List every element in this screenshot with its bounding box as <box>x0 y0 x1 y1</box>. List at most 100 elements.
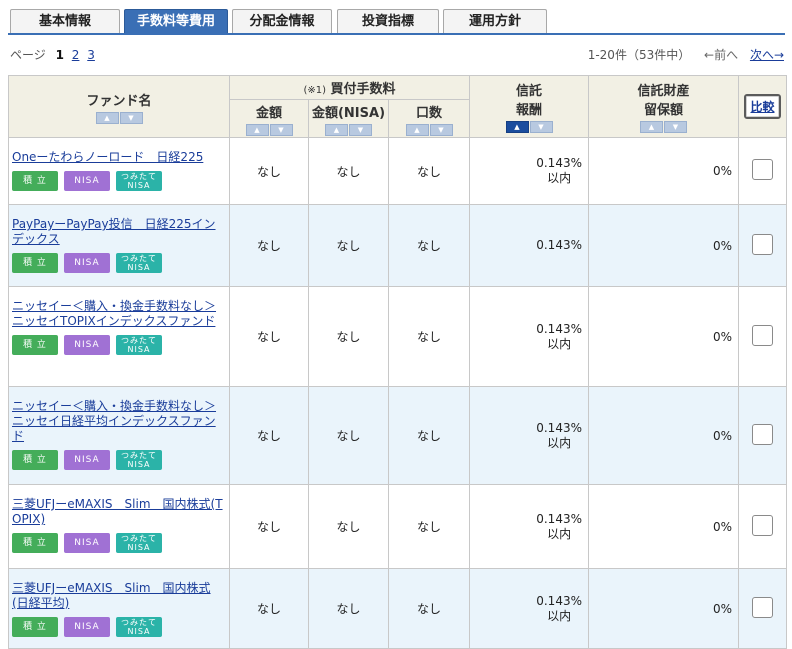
sort-asc-icon[interactable]: ▲ <box>325 123 348 136</box>
badge-line-1: つみたて <box>121 618 157 627</box>
units-cell: なし <box>388 204 470 287</box>
sort-desc-icon[interactable]: ▼ <box>119 111 143 124</box>
badge-group: 積 立 NISA つみたて NISA <box>12 450 227 470</box>
retained-cell: 0% <box>588 204 739 287</box>
sort-desc-icon[interactable]: ▼ <box>269 123 293 136</box>
tab-investment-indicators[interactable]: 投資指標 <box>337 9 439 33</box>
fund-name-cell: Oneーたわらノーロード 日経225 積 立 NISA つみたて NISA <box>8 137 230 205</box>
tab-basic-info[interactable]: 基本情報 <box>10 9 120 33</box>
retained-cell: 0% <box>588 386 739 485</box>
compare-cell <box>738 386 787 485</box>
badge-line-1: つみたて <box>121 172 157 181</box>
badge-line-2: NISA <box>127 543 151 552</box>
trust-fee-cell: 0.143% 以内 <box>469 386 589 485</box>
tsumitate-nisa-badge: つみたて NISA <box>116 533 162 553</box>
amount-nisa-label: 金額(NISA) <box>311 105 386 121</box>
trust-fee-value: 0.143% <box>536 156 582 170</box>
compare-checkbox[interactable] <box>752 159 773 180</box>
compare-button[interactable]: 比較 <box>744 94 781 119</box>
retained-cell: 0% <box>588 137 739 205</box>
fund-link[interactable]: ニッセイー＜購入・換金手数料なし＞ニッセイ日経平均インデックスファンド <box>12 399 227 444</box>
compare-checkbox[interactable] <box>752 596 773 618</box>
sort-asc-icon[interactable]: ▲ <box>95 111 119 124</box>
badge-line-2: NISA <box>127 627 151 636</box>
trust-fee-cell: 0.143% 以内 <box>469 568 589 649</box>
page-2-link[interactable]: 2 <box>72 48 80 62</box>
pager-left: ページ 1 2 3 <box>10 46 95 63</box>
badge-line-1: つみたて <box>121 254 157 263</box>
trust-fee-suffix: 以内 <box>547 171 572 185</box>
header-retained: 信託財産 留保額 ▲ ▼ <box>588 75 739 138</box>
compare-checkbox[interactable] <box>752 233 773 255</box>
tab-distribution[interactable]: 分配金情報 <box>232 9 332 33</box>
fund-link[interactable]: PayPayーPayPay投信 日経225インデックス <box>12 217 227 247</box>
result-summary: 1-20件（53件中） <box>587 48 691 62</box>
retained-label-1: 信託財産 <box>637 84 690 99</box>
buy-fee-note: (※1) <box>303 85 326 96</box>
badge-line-1: つみたて <box>121 336 157 345</box>
compare-cell <box>738 484 787 569</box>
badge-group: 積 立 NISA つみたて NISA <box>12 617 227 637</box>
trust-fee-value: 0.143% <box>536 511 582 526</box>
fund-link[interactable]: Oneーたわらノーロード 日経225 <box>12 150 227 165</box>
tsumitate-nisa-badge: つみたて NISA <box>116 171 162 191</box>
sort-desc-icon[interactable]: ▼ <box>349 123 372 136</box>
units-cell: なし <box>388 484 470 569</box>
sort-desc-icon[interactable]: ▼ <box>429 123 453 136</box>
trust-fee-value: 0.143% <box>536 238 582 252</box>
amount-label: 金額 <box>255 105 282 121</box>
sort-desc-icon[interactable]: ▼ <box>529 121 553 133</box>
header-trust-fee: 信託 報酬 ▲ ▼ <box>469 75 589 138</box>
compare-checkbox[interactable] <box>752 423 773 445</box>
sort-desc-icon[interactable]: ▼ <box>664 121 687 133</box>
amount-cell: なし <box>229 204 309 287</box>
fund-name-cell: ニッセイー＜購入・換金手数料なし＞ニッセイTOPIXインデックスファンド 積 立… <box>8 286 230 387</box>
tab-underline <box>8 33 785 35</box>
trust-fee-suffix: 以内 <box>547 526 572 541</box>
sort-asc-icon[interactable]: ▲ <box>405 123 429 136</box>
tab-investment-policy[interactable]: 運用方針 <box>443 9 547 33</box>
fund-fee-table: ファンド名 ▲ ▼ (※1) 買付手数料 信託 報酬 ▲ ▼ 信託財産 留保額 ▲ ▼… <box>8 75 787 649</box>
badge-line-1: つみたて <box>121 451 157 460</box>
sort-asc-icon[interactable]: ▲ <box>640 121 663 133</box>
compare-checkbox[interactable] <box>752 514 773 536</box>
tsumitate-badge: 積 立 <box>12 533 58 553</box>
sort-asc-icon[interactable]: ▲ <box>245 123 269 136</box>
sort-asc-icon[interactable]: ▲ <box>505 121 529 133</box>
header-buy-fee: (※1) 買付手数料 <box>229 75 470 100</box>
sort-fund-name: ▲ ▼ <box>95 111 143 124</box>
tsumitate-badge: 積 立 <box>12 171 58 191</box>
fund-name-cell: PayPayーPayPay投信 日経225インデックス 積 立 NISA つみた… <box>8 204 230 287</box>
tsumitate-badge: 積 立 <box>12 253 58 273</box>
trust-fee-suffix: 以内 <box>547 336 572 351</box>
tsumitate-badge: 積 立 <box>12 617 58 637</box>
amount-nisa-cell: なし <box>308 484 389 569</box>
sort-amount-nisa: ▲ ▼ <box>325 123 372 136</box>
amount-cell: なし <box>229 386 309 485</box>
header-amount-nisa: 金額(NISA) ▲ ▼ <box>308 99 389 138</box>
nisa-badge: NISA <box>64 450 110 470</box>
badge-group: 積 立 NISA つみたて NISA <box>12 533 227 553</box>
compare-cell <box>738 568 787 649</box>
fund-link[interactable]: ニッセイー＜購入・換金手数料なし＞ニッセイTOPIXインデックスファンド <box>12 299 227 329</box>
page-3-link[interactable]: 3 <box>87 48 95 62</box>
nisa-badge: NISA <box>64 253 110 273</box>
amount-cell: なし <box>229 137 309 205</box>
header-amount: 金額 ▲ ▼ <box>229 99 309 138</box>
nisa-badge: NISA <box>64 335 110 355</box>
trust-fee-value: 0.143% <box>536 321 582 336</box>
sort-units: ▲ ▼ <box>405 123 453 136</box>
badge-group: 積 立 NISA つみたて NISA <box>12 335 227 355</box>
fund-link[interactable]: 三菱UFJーeMAXIS Slim 国内株式(日経平均) <box>12 581 227 611</box>
trust-fee-cell: 0.143% 以内 <box>469 484 589 569</box>
tab-fees[interactable]: 手数料等費用 <box>124 9 228 33</box>
fund-link[interactable]: 三菱UFJーeMAXIS Slim 国内株式(TOPIX) <box>12 497 227 527</box>
next-page-link[interactable]: 次へ→ <box>750 48 784 62</box>
amount-cell: なし <box>229 568 309 649</box>
badge-line-1: つみたて <box>121 534 157 543</box>
header-compare: 比較 <box>738 75 787 138</box>
amount-nisa-cell: なし <box>308 286 389 387</box>
nisa-badge: NISA <box>64 533 110 553</box>
compare-checkbox[interactable] <box>752 324 773 346</box>
units-cell: なし <box>388 286 470 387</box>
